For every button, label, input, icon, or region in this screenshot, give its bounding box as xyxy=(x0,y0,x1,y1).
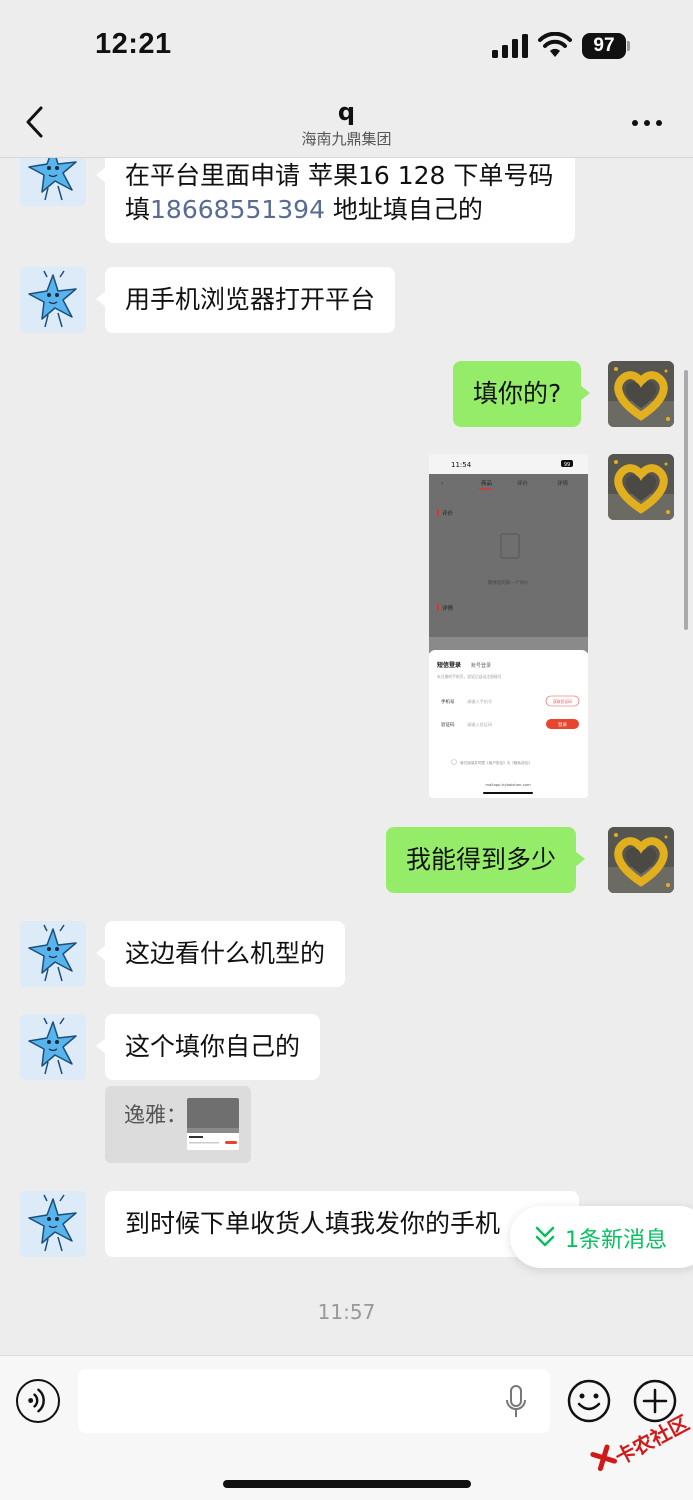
message-timestamp: 11:57 xyxy=(317,1300,376,1324)
message-bubble-outgoing[interactable]: 我能得到多少 xyxy=(386,827,586,893)
watermark-text: 卡农社区 xyxy=(611,1410,693,1470)
contact-avatar[interactable] xyxy=(20,1014,86,1080)
new-messages-button[interactable]: 1条新消息 xyxy=(510,1206,693,1268)
shot-section: 详情 xyxy=(442,604,454,612)
shot-tab: 评价 xyxy=(517,479,529,487)
message-list[interactable]: 在平台里面申请 苹果16 128 下单号码填18668551394 地址填自己的… xyxy=(0,158,693,1354)
chat-title: q xyxy=(337,98,356,126)
shot-tab: 商品 xyxy=(481,479,493,487)
shot-agreement: 我已阅读并同意《用户协议》与《隐私协议》 xyxy=(460,760,532,765)
my-avatar[interactable] xyxy=(608,454,674,520)
shot-code-label: 验证码 xyxy=(441,721,455,728)
cellular-signal-icon xyxy=(492,34,528,58)
shot-get-code: 获取验证码 xyxy=(553,699,572,704)
shot-section: 评价 xyxy=(442,509,454,517)
message-text: 这个填你自己的 xyxy=(125,1032,301,1061)
message-bubble-incoming[interactable]: 用手机浏览器打开平台 xyxy=(95,267,396,333)
shot-time: 11:54 xyxy=(451,461,472,469)
double-chevron-down-icon xyxy=(535,1226,555,1247)
message-text: 填你的? xyxy=(473,379,562,408)
emoji-icon[interactable] xyxy=(567,1379,611,1423)
shot-url: mallapp.hybaishan.com xyxy=(485,782,531,787)
battery-icon: 97 xyxy=(582,33,630,59)
more-options-icon[interactable] xyxy=(630,118,664,128)
quoted-message[interactable]: 逸雅： xyxy=(105,1086,251,1163)
shot-tab: 详情 xyxy=(557,479,569,487)
message-bubble-incoming[interactable]: 这个填你自己的 xyxy=(95,1014,321,1080)
shot-phone-label: 手机号 xyxy=(441,698,455,705)
home-indicator xyxy=(223,1480,471,1488)
new-messages-label: 1条新消息 xyxy=(565,1228,667,1253)
shot-login-hint: 未注册的手机号，验证后自动注册账号 xyxy=(437,674,502,679)
shot-login-tab: 短信登录 xyxy=(437,661,461,669)
voice-input-icon[interactable] xyxy=(16,1379,60,1423)
chat-subtitle: 海南九鼎集团 xyxy=(301,130,392,148)
message-bubble-outgoing[interactable]: 填你的? xyxy=(453,361,591,427)
my-avatar[interactable] xyxy=(608,827,674,893)
image-message[interactable]: 11:54 99 ‹ 商品 评价 详情 评价 期待您的第一个评价 详情 短信登录… xyxy=(429,454,588,798)
status-time: 12:21 xyxy=(95,28,172,60)
screenshot-thumbnail: 11:54 99 ‹ 商品 评价 详情 评价 期待您的第一个评价 详情 短信登录… xyxy=(429,454,588,798)
quote-sender: 逸雅： xyxy=(124,1103,187,1127)
message-bubble-incoming[interactable]: 在平台里面申请 苹果16 128 下单号码填18668551394 地址填自己的 xyxy=(96,158,575,243)
contact-avatar[interactable] xyxy=(20,1191,86,1257)
scrollbar[interactable] xyxy=(684,370,688,630)
shot-login-tab: 账号登录 xyxy=(471,662,491,669)
svg-text:‹: ‹ xyxy=(441,480,443,487)
message-input[interactable] xyxy=(78,1369,550,1433)
phone-number-link[interactable]: 18668551394 xyxy=(150,195,325,224)
contact-avatar[interactable] xyxy=(20,267,86,333)
message-text: 我能得到多少 xyxy=(406,845,557,874)
input-bar: 卡农社区 xyxy=(0,1355,693,1500)
shot-code-placeholder: 请输入验证码 xyxy=(467,721,492,728)
message-text: 这边看什么机型的 xyxy=(125,939,326,968)
message-text: 用手机浏览器打开平台 xyxy=(125,285,376,314)
shot-empty-text: 期待您的第一个评价 xyxy=(488,579,529,586)
contact-avatar[interactable] xyxy=(20,158,86,206)
shot-phone-placeholder: 请输入手机号 xyxy=(467,698,492,705)
message-bubble-incoming[interactable]: 到时候下单收货人填我发你的手机 xyxy=(105,1191,579,1257)
my-avatar[interactable] xyxy=(608,361,674,427)
quote-image-thumbnail xyxy=(187,1098,239,1150)
message-text: 到时候下单收货人填我发你的手机 xyxy=(125,1209,501,1238)
message-bubble-incoming[interactable]: 这边看什么机型的 xyxy=(95,921,346,987)
wifi-icon xyxy=(538,32,572,57)
chat-header: q 海南九鼎集团 xyxy=(0,90,693,158)
status-bar: 12:21 97 xyxy=(0,0,693,90)
shot-battery: 99 xyxy=(564,462,570,468)
shot-login-button: 登录 xyxy=(558,721,567,728)
battery-level: 97 xyxy=(582,33,626,59)
contact-avatar[interactable] xyxy=(20,921,86,987)
message-text: 地址填自己的 xyxy=(324,195,483,224)
microphone-icon[interactable] xyxy=(505,1385,527,1419)
